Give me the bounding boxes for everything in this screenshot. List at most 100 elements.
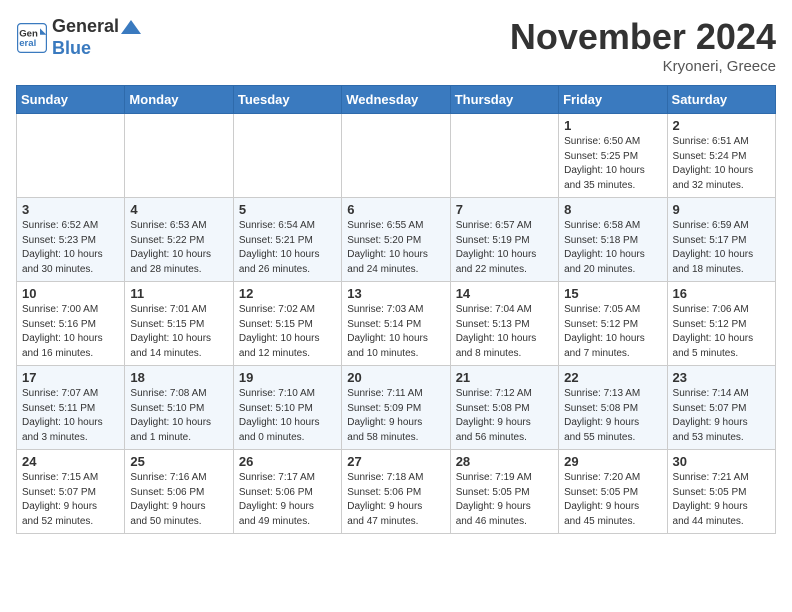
header-saturday: Saturday	[667, 86, 775, 114]
header-tuesday: Tuesday	[233, 86, 341, 114]
calendar-cell: 10 Sunrise: 7:00 AMSunset: 5:16 PMDayligh…	[17, 282, 125, 366]
day-info: Sunrise: 7:17 AMSunset: 5:06 PMDaylight:…	[239, 471, 336, 529]
day-number: 1	[564, 118, 661, 133]
calendar-cell: 24 Sunrise: 7:15 AMSunset: 5:07 PMDayligh…	[17, 450, 125, 534]
calendar-cell	[342, 114, 450, 198]
calendar-cell: 15Sunrise: 7:05 AMSunset: 5:12 PMDayligh…	[559, 282, 667, 366]
calendar-week-4: 17Sunrise: 7:07 AMSunset: 5:11 PMDayligh…	[17, 366, 776, 450]
day-info: Sunrise: 7:16 AMSunset: 5:06 PMDaylight:…	[130, 471, 227, 529]
calendar-cell: 1 Sunrise: 6:50 AMSunset: 5:25 PMDaylight…	[559, 114, 667, 198]
calendar-cell: 22Sunrise: 7:13 AMSunset: 5:08 PMDayligh…	[559, 366, 667, 450]
day-number: 24	[22, 454, 119, 469]
day-info: Sunrise: 7:18 AMSunset: 5:06 PMDaylight:…	[347, 471, 444, 529]
day-info: Sunrise: 7:08 AMSunset: 5:10 PMDaylight:…	[130, 387, 227, 445]
day-info: Sunrise: 7:10 AMSunset: 5:10 PMDaylight:…	[239, 387, 336, 445]
calendar-cell: 19 Sunrise: 7:10 AMSunset: 5:10 PMDayligh…	[233, 366, 341, 450]
calendar-cell: 9 Sunrise: 6:59 AMSunset: 5:17 PMDaylight…	[667, 198, 775, 282]
calendar-cell	[233, 114, 341, 198]
calendar-cell: 11 Sunrise: 7:01 AMSunset: 5:15 PMDayligh…	[125, 282, 233, 366]
day-info: Sunrise: 7:05 AMSunset: 5:12 PMDaylight:…	[564, 303, 661, 361]
day-number: 3	[22, 202, 119, 217]
header-monday: Monday	[125, 86, 233, 114]
calendar-table: SundayMondayTuesdayWednesdayThursdayFrid…	[16, 85, 776, 534]
header-friday: Friday	[559, 86, 667, 114]
day-number: 8	[564, 202, 661, 217]
calendar-cell: 20 Sunrise: 7:11 AMSunset: 5:09 PMDayligh…	[342, 366, 450, 450]
calendar-week-3: 10 Sunrise: 7:00 AMSunset: 5:16 PMDayligh…	[17, 282, 776, 366]
calendar-cell: 29 Sunrise: 7:20 AMSunset: 5:05 PMDayligh…	[559, 450, 667, 534]
day-number: 18	[130, 370, 227, 385]
day-info: Sunrise: 6:55 AMSunset: 5:20 PMDaylight:…	[347, 219, 444, 277]
calendar-cell: 7 Sunrise: 6:57 AMSunset: 5:19 PMDaylight…	[450, 198, 558, 282]
page-header: Gen eral GeneralBlue November 2024 Kryon…	[16, 16, 776, 75]
calendar-cell	[125, 114, 233, 198]
day-number: 6	[347, 202, 444, 217]
day-number: 29	[564, 454, 661, 469]
calendar-cell	[17, 114, 125, 198]
day-info: Sunrise: 7:12 AMSunset: 5:08 PMDaylight:…	[456, 387, 553, 445]
day-info: Sunrise: 7:15 AMSunset: 5:07 PMDaylight:…	[22, 471, 119, 529]
calendar-cell: 16 Sunrise: 7:06 AMSunset: 5:12 PMDayligh…	[667, 282, 775, 366]
calendar-cell: 8 Sunrise: 6:58 AMSunset: 5:18 PMDaylight…	[559, 198, 667, 282]
day-number: 9	[673, 202, 770, 217]
day-number: 25	[130, 454, 227, 469]
day-number: 7	[456, 202, 553, 217]
calendar-cell: 4Sunrise: 6:53 AMSunset: 5:22 PMDaylight…	[125, 198, 233, 282]
calendar-cell: 12Sunrise: 7:02 AMSunset: 5:15 PMDayligh…	[233, 282, 341, 366]
day-info: Sunrise: 7:14 AMSunset: 5:07 PMDaylight:…	[673, 387, 770, 445]
day-info: Sunrise: 6:51 AMSunset: 5:24 PMDaylight:…	[673, 135, 770, 193]
calendar-header-row: SundayMondayTuesdayWednesdayThursdayFrid…	[17, 86, 776, 114]
calendar-cell: 2Sunrise: 6:51 AMSunset: 5:24 PMDaylight…	[667, 114, 775, 198]
day-number: 10	[22, 286, 119, 301]
calendar-cell: 28Sunrise: 7:19 AMSunset: 5:05 PMDayligh…	[450, 450, 558, 534]
day-info: Sunrise: 6:52 AMSunset: 5:23 PMDaylight:…	[22, 219, 119, 277]
calendar-cell: 21 Sunrise: 7:12 AMSunset: 5:08 PMDayligh…	[450, 366, 558, 450]
header-sunday: Sunday	[17, 86, 125, 114]
day-info: Sunrise: 7:20 AMSunset: 5:05 PMDaylight:…	[564, 471, 661, 529]
day-number: 20	[347, 370, 444, 385]
day-number: 19	[239, 370, 336, 385]
calendar-week-5: 24 Sunrise: 7:15 AMSunset: 5:07 PMDayligh…	[17, 450, 776, 534]
calendar-cell: 23 Sunrise: 7:14 AMSunset: 5:07 PMDayligh…	[667, 366, 775, 450]
day-info: Sunrise: 6:57 AMSunset: 5:19 PMDaylight:…	[456, 219, 553, 277]
day-number: 21	[456, 370, 553, 385]
day-info: Sunrise: 7:01 AMSunset: 5:15 PMDaylight:…	[130, 303, 227, 361]
svg-text:eral: eral	[19, 38, 36, 49]
logo-text: GeneralBlue	[52, 16, 143, 59]
calendar-cell: 30 Sunrise: 7:21 AMSunset: 5:05 PMDayligh…	[667, 450, 775, 534]
day-number: 4	[130, 202, 227, 217]
logo-icon: Gen eral	[16, 22, 48, 54]
day-number: 11	[130, 286, 227, 301]
calendar-week-1: 1 Sunrise: 6:50 AMSunset: 5:25 PMDaylight…	[17, 114, 776, 198]
day-number: 28	[456, 454, 553, 469]
day-number: 13	[347, 286, 444, 301]
calendar-cell: 26 Sunrise: 7:17 AMSunset: 5:06 PMDayligh…	[233, 450, 341, 534]
calendar-cell: 13Sunrise: 7:03 AMSunset: 5:14 PMDayligh…	[342, 282, 450, 366]
day-number: 16	[673, 286, 770, 301]
header-thursday: Thursday	[450, 86, 558, 114]
day-info: Sunrise: 6:59 AMSunset: 5:17 PMDaylight:…	[673, 219, 770, 277]
day-info: Sunrise: 7:02 AMSunset: 5:15 PMDaylight:…	[239, 303, 336, 361]
location: Kryoneri, Greece	[510, 58, 776, 75]
day-info: Sunrise: 7:04 AMSunset: 5:13 PMDaylight:…	[456, 303, 553, 361]
day-number: 22	[564, 370, 661, 385]
day-info: Sunrise: 7:06 AMSunset: 5:12 PMDaylight:…	[673, 303, 770, 361]
day-number: 14	[456, 286, 553, 301]
calendar-cell: 25 Sunrise: 7:16 AMSunset: 5:06 PMDayligh…	[125, 450, 233, 534]
day-info: Sunrise: 7:21 AMSunset: 5:05 PMDaylight:…	[673, 471, 770, 529]
calendar-cell: 5Sunrise: 6:54 AMSunset: 5:21 PMDaylight…	[233, 198, 341, 282]
day-number: 23	[673, 370, 770, 385]
day-info: Sunrise: 6:50 AMSunset: 5:25 PMDaylight:…	[564, 135, 661, 193]
day-number: 30	[673, 454, 770, 469]
calendar-cell: 17Sunrise: 7:07 AMSunset: 5:11 PMDayligh…	[17, 366, 125, 450]
calendar-cell	[450, 114, 558, 198]
day-number: 26	[239, 454, 336, 469]
calendar-cell: 18 Sunrise: 7:08 AMSunset: 5:10 PMDayligh…	[125, 366, 233, 450]
day-info: Sunrise: 6:58 AMSunset: 5:18 PMDaylight:…	[564, 219, 661, 277]
header-wednesday: Wednesday	[342, 86, 450, 114]
day-info: Sunrise: 7:00 AMSunset: 5:16 PMDaylight:…	[22, 303, 119, 361]
day-info: Sunrise: 7:11 AMSunset: 5:09 PMDaylight:…	[347, 387, 444, 445]
day-info: Sunrise: 6:54 AMSunset: 5:21 PMDaylight:…	[239, 219, 336, 277]
logo: Gen eral GeneralBlue	[16, 16, 143, 59]
calendar-cell: 3 Sunrise: 6:52 AMSunset: 5:23 PMDaylight…	[17, 198, 125, 282]
